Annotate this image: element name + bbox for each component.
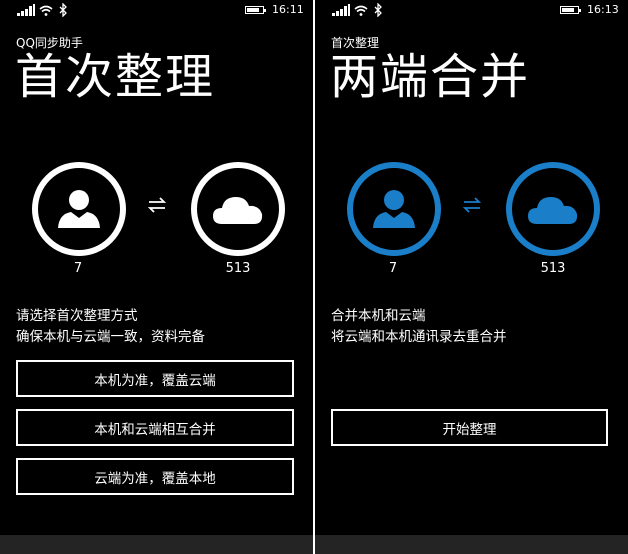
local-contacts-circle <box>32 162 126 256</box>
start-sync-button[interactable]: 开始整理 <box>331 409 608 446</box>
status-time: 16:13 <box>587 3 619 16</box>
cloud-count: 513 <box>225 261 251 276</box>
merge-local-cloud-button[interactable]: 本机和云端相互合并 <box>16 409 294 446</box>
battery-icon <box>245 6 266 14</box>
description-line-2: 将云端和本机通讯录去重合并 <box>331 329 507 345</box>
wifi-icon <box>354 5 368 16</box>
status-bar: 16:11 <box>0 0 313 22</box>
person-icon <box>373 190 415 228</box>
local-count: 7 <box>388 261 398 276</box>
description-line-1: 合并本机和云端 <box>331 308 426 324</box>
cloud-contacts-circle <box>191 162 285 256</box>
bluetooth-icon <box>59 3 67 17</box>
local-contacts-circle <box>347 162 441 256</box>
signal-icon <box>332 4 350 16</box>
status-bar: 16:13 <box>315 0 628 22</box>
sync-arrows-icon <box>462 197 482 213</box>
phone-screen-merge: 16:13 首次整理 两端合并 7 513 合并本机和云端 将云端和本机通讯录去… <box>315 0 628 554</box>
bluetooth-icon <box>374 3 382 17</box>
page-title: 两端合并 <box>330 49 531 105</box>
local-count: 7 <box>73 261 83 276</box>
description-line-1: 请选择首次整理方式 <box>16 308 138 324</box>
sync-arrows-icon <box>147 197 167 213</box>
cloud-icon <box>213 197 263 224</box>
description-line-2: 确保本机与云端一致，资料完备 <box>16 329 205 345</box>
cloud-contacts-circle <box>506 162 600 256</box>
cloud-overwrite-local-button[interactable]: 云端为准，覆盖本地 <box>16 458 294 495</box>
app-bar <box>0 535 313 554</box>
person-icon <box>58 190 100 228</box>
battery-icon <box>560 6 581 14</box>
app-bar <box>315 535 628 554</box>
page-title: 首次整理 <box>15 49 216 105</box>
status-time: 16:11 <box>272 3 304 16</box>
signal-icon <box>17 4 35 16</box>
phone-screen-first-sync: 16:11 QQ同步助手 首次整理 7 513 请选择首次整理方式 确保本机与云… <box>0 0 313 554</box>
cloud-icon <box>528 197 578 224</box>
composite-screenshot: 16:11 QQ同步助手 首次整理 7 513 请选择首次整理方式 确保本机与云… <box>0 0 628 554</box>
local-overwrite-cloud-button[interactable]: 本机为准，覆盖云端 <box>16 360 294 397</box>
cloud-count: 513 <box>540 261 566 276</box>
wifi-icon <box>39 5 53 16</box>
